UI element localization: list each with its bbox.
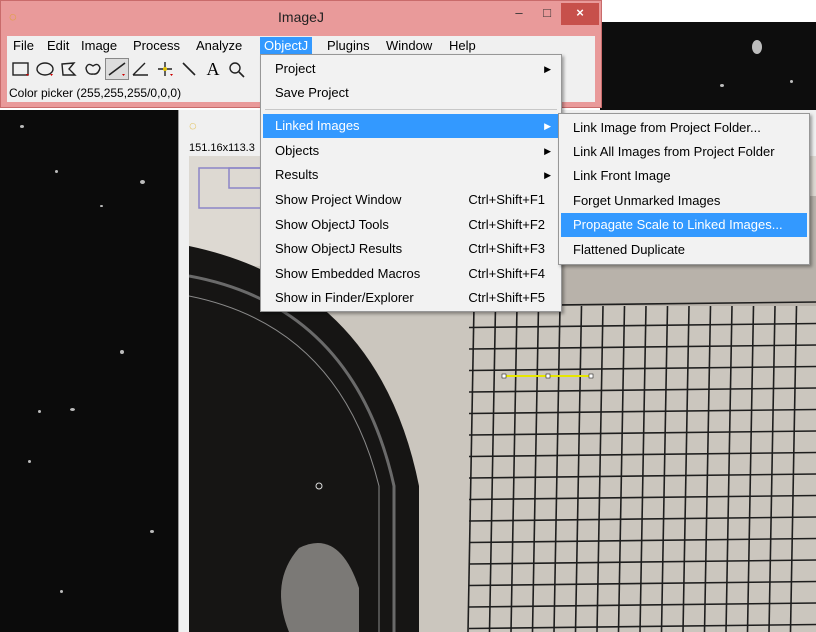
menu-separator: [265, 109, 557, 110]
objectj-dropdown-menu: Project ▶ Save Project Linked Images ▶ O…: [260, 54, 562, 312]
menuitem-label: Show Project Window: [275, 192, 402, 207]
image-speck: [70, 408, 75, 411]
menu-image[interactable]: Image: [77, 37, 121, 55]
wand-tool-icon[interactable]: [177, 58, 201, 80]
imagej-microscope-icon: ◌: [189, 118, 197, 133]
image-speck: [720, 84, 724, 87]
menuitem-label: Show ObjectJ Tools: [275, 217, 389, 232]
point-tool-icon[interactable]: [153, 58, 177, 80]
menuitem-results[interactable]: Results ▶: [263, 163, 559, 187]
freehand-tool-icon[interactable]: [81, 58, 105, 80]
image-speck: [100, 205, 103, 207]
menuitem-label: Project: [275, 61, 316, 76]
submenu-arrow-icon: ▶: [544, 170, 551, 180]
image-speck: [28, 460, 31, 463]
close-button[interactable]: ×: [561, 3, 599, 25]
menuitem-label: Link Image from Project Folder...: [573, 120, 761, 135]
menuitem-label: Results: [275, 167, 319, 182]
menuitem-show-embedded-macros[interactable]: Show Embedded Macros Ctrl+Shift+F4: [263, 262, 559, 286]
image-speck: [140, 180, 145, 184]
menuitem-label: Propagate Scale to Linked Images...: [573, 217, 783, 232]
menuitem-shortcut: Ctrl+Shift+F5: [468, 290, 545, 305]
image-speck: [38, 410, 41, 413]
title-bar[interactable]: ◌ ImageJ – □ ×: [1, 1, 601, 35]
image-info-text: 151.16x113.3: [189, 142, 255, 154]
menuitem-objects[interactable]: Objects ▶: [263, 139, 559, 163]
magnifier-tool-icon[interactable]: [225, 58, 249, 80]
menu-process[interactable]: Process: [129, 37, 184, 55]
menuitem-label: Save Project: [275, 85, 349, 100]
polygon-tool-icon[interactable]: [57, 58, 81, 80]
menu-analyze[interactable]: Analyze: [192, 37, 246, 55]
menuitem-shortcut: Ctrl+Shift+F3: [468, 241, 545, 256]
line-tool-icon[interactable]: [105, 58, 129, 80]
image-speck: [55, 170, 58, 173]
linked-images-submenu: Link Image from Project Folder... Link A…: [558, 113, 810, 265]
menuitem-propagate-scale[interactable]: Propagate Scale to Linked Images...: [561, 213, 807, 237]
menu-bar: File Edit Image Process Analyze ObjectJ …: [7, 36, 595, 56]
menu-window[interactable]: Window: [382, 37, 436, 55]
submenu-arrow-icon: ▶: [544, 146, 551, 156]
maximize-button[interactable]: □: [533, 3, 561, 25]
menu-file[interactable]: File: [9, 37, 38, 55]
menu-help[interactable]: Help: [445, 37, 480, 55]
menu-edit[interactable]: Edit: [43, 37, 73, 55]
menuitem-show-project-window[interactable]: Show Project Window Ctrl+Shift+F1: [263, 188, 559, 212]
menuitem-label: Link Front Image: [573, 168, 671, 183]
background-image-window: [0, 110, 178, 632]
menuitem-shortcut: Ctrl+Shift+F4: [468, 266, 545, 281]
menuitem-flattened-duplicate[interactable]: Flattened Duplicate: [561, 238, 807, 262]
menuitem-label: Objects: [275, 143, 320, 158]
oval-tool-icon[interactable]: [33, 58, 57, 80]
menuitem-shortcut: Ctrl+Shift+F1: [468, 192, 545, 207]
menuitem-label: Linked Images: [275, 118, 360, 133]
menuitem-label: Flattened Duplicate: [573, 242, 686, 257]
menuitem-link-all-images[interactable]: Link All Images from Project Folder: [561, 140, 807, 164]
menuitem-link-image-from-project-folder[interactable]: Link Image from Project Folder...: [561, 116, 807, 140]
menuitem-save-project[interactable]: Save Project: [263, 81, 559, 105]
menuitem-label: Show in Finder/Explorer: [275, 290, 414, 305]
menu-objectj[interactable]: ObjectJ: [260, 37, 313, 55]
menuitem-show-in-finder[interactable]: Show in Finder/Explorer Ctrl+Shift+F5: [263, 286, 559, 310]
menuitem-show-objectj-results[interactable]: Show ObjectJ Results Ctrl+Shift+F3: [263, 237, 559, 261]
menuitem-label: Show ObjectJ Results: [275, 241, 403, 256]
image-speck: [790, 80, 793, 83]
image-speck: [60, 590, 63, 593]
image-speck: [120, 350, 124, 354]
menuitem-project[interactable]: Project ▶: [263, 57, 559, 81]
rectangle-tool-icon[interactable]: [9, 58, 33, 80]
menuitem-shortcut: Ctrl+Shift+F2: [468, 217, 545, 232]
submenu-arrow-icon: ▶: [544, 121, 551, 131]
angle-tool-icon[interactable]: [129, 58, 153, 80]
menuitem-label: Link All Images from Project Folder: [573, 144, 775, 159]
text-tool-icon[interactable]: A: [201, 58, 225, 80]
image-speck: [752, 40, 762, 54]
menuitem-forget-unmarked-images[interactable]: Forget Unmarked Images: [561, 189, 807, 213]
menuitem-linked-images[interactable]: Linked Images ▶: [263, 114, 559, 138]
image-speck: [150, 530, 154, 533]
status-bar: Color picker (255,255,255/0,0,0): [9, 86, 182, 100]
menuitem-label: Show Embedded Macros: [275, 266, 421, 281]
menuitem-link-front-image[interactable]: Link Front Image: [561, 164, 807, 188]
menuitem-show-objectj-tools[interactable]: Show ObjectJ Tools Ctrl+Shift+F2: [263, 213, 559, 237]
menu-plugins[interactable]: Plugins: [323, 37, 374, 55]
background-image-window: [600, 22, 816, 110]
image-speck: [20, 125, 24, 128]
menuitem-label: Forget Unmarked Images: [573, 193, 721, 208]
submenu-arrow-icon: ▶: [544, 64, 551, 74]
minimize-button[interactable]: –: [505, 3, 533, 25]
